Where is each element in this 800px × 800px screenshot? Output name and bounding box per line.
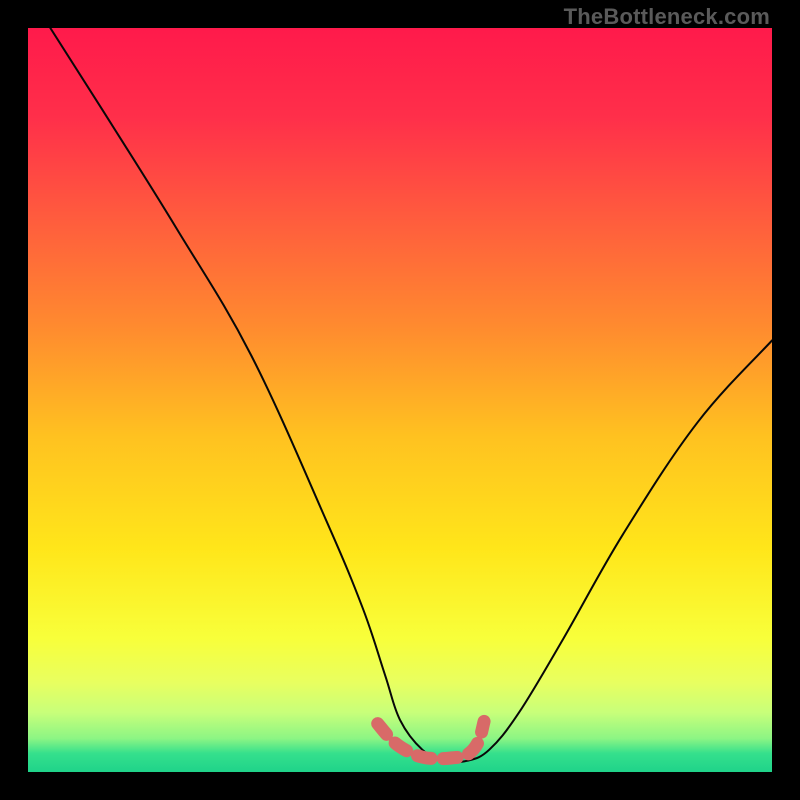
watermark-text: TheBottleneck.com: [564, 4, 770, 30]
bottleneck-curve: [50, 28, 772, 762]
curve-layer: [28, 28, 772, 772]
bottom-marker: [378, 721, 484, 758]
chart-frame: TheBottleneck.com: [0, 0, 800, 800]
plot-area: [28, 28, 772, 772]
